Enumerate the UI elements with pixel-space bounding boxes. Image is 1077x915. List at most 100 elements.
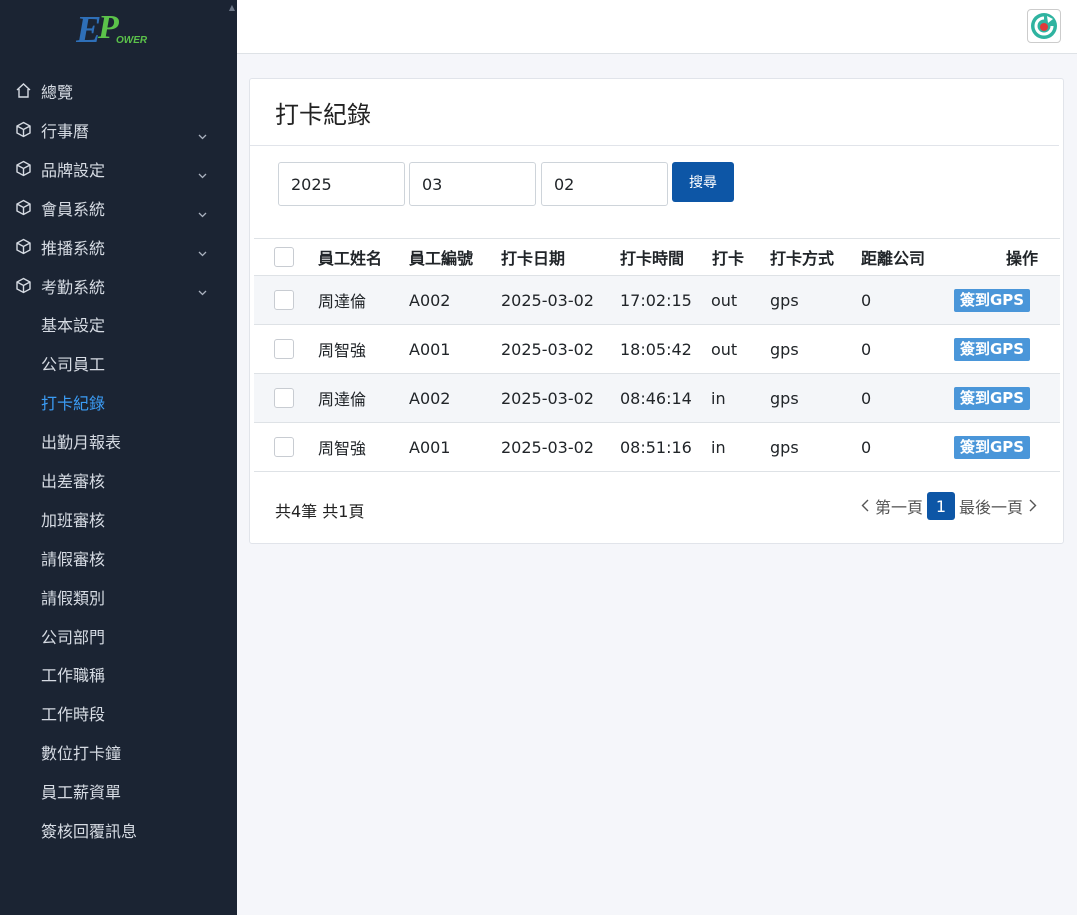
employee-id: A001: [409, 437, 451, 457]
sidebar-item-calendar[interactable]: 行事曆: [0, 110, 237, 149]
sidebar-item-label: 會員系統: [41, 199, 106, 219]
column-header[interactable]: 距離公司: [861, 239, 925, 275]
column-header: 操作: [1006, 249, 1039, 268]
table-row[interactable]: 周達倫 A002 2025-03-02 08:46:14 in gps 0 簽到…: [254, 374, 1060, 423]
sidebar-item-attendance-system[interactable]: 考勤系統: [0, 266, 237, 305]
clock-date: 2025-03-02: [501, 388, 594, 408]
cube-icon: [14, 238, 32, 256]
table-header-row: 員工姓名 員工編號 打卡日期 打卡時間 打卡 打卡方式 距離公司 操作: [254, 238, 1060, 276]
records-table: 員工姓名 員工編號 打卡日期 打卡時間 打卡 打卡方式 距離公司 操作 周達倫 …: [254, 238, 1060, 472]
first-page-link[interactable]: 第一頁: [875, 494, 923, 518]
chevron-right-icon[interactable]: [1029, 497, 1037, 516]
row-checkbox[interactable]: [274, 388, 294, 408]
gps-checkin-button[interactable]: 簽到GPS: [954, 386, 1031, 410]
submenu-item-payslips[interactable]: 員工薪資單: [0, 772, 237, 811]
sidebar-item-member-system[interactable]: 會員系統: [0, 188, 237, 227]
column-header[interactable]: 員工編號: [409, 239, 473, 275]
clock-time: 17:02:15: [620, 290, 692, 310]
table-row[interactable]: 周智強 A001 2025-03-02 18:05:42 out gps 0 簽…: [254, 325, 1060, 374]
submenu-item-monthly-report[interactable]: 出勤月報表: [0, 422, 237, 461]
row-checkbox[interactable]: [274, 290, 294, 310]
clock-method: gps: [770, 339, 799, 359]
row-checkbox[interactable]: [274, 339, 294, 359]
sidebar-item-label: 考勤系統: [41, 277, 106, 297]
sidebar-item-brand-settings[interactable]: 品牌設定: [0, 149, 237, 188]
chevron-left-icon[interactable]: [861, 497, 869, 516]
chevron-down-icon: [198, 125, 207, 144]
clock-type: in: [711, 388, 726, 408]
search-button[interactable]: 搜尋: [672, 162, 734, 202]
column-header[interactable]: 打卡時間: [620, 239, 684, 275]
submenu-item-departments[interactable]: 公司部門: [0, 616, 237, 655]
scroll-up-icon[interactable]: ▲: [229, 3, 235, 12]
clock-time: 08:51:16: [620, 437, 692, 457]
distance: 0: [861, 388, 872, 408]
sidebar: ▲ E P OWER 總覽 行事曆 品牌設定 會員系統 推播系統 考勤系統 基本…: [0, 0, 237, 915]
column-header[interactable]: 打卡日期: [501, 239, 565, 275]
table-row[interactable]: 周智強 A001 2025-03-02 08:51:16 in gps 0 簽到…: [254, 423, 1060, 472]
employee-id: A001: [409, 339, 451, 359]
submenu-item-business-trip-review[interactable]: 出差審核: [0, 461, 237, 500]
row-checkbox[interactable]: [274, 437, 294, 457]
refresh-logo-icon: [1031, 13, 1057, 39]
last-page-link[interactable]: 最後一頁: [959, 494, 1023, 518]
cube-icon: [14, 160, 32, 178]
cube-icon: [14, 199, 32, 217]
clock-method: gps: [770, 388, 799, 408]
employee-name: 周達倫: [318, 390, 367, 409]
clock-method: gps: [770, 290, 799, 310]
sidebar-item-label: 行事曆: [41, 121, 90, 141]
distance: 0: [861, 437, 872, 457]
gps-checkin-button[interactable]: 簽到GPS: [954, 337, 1031, 361]
distance: 0: [861, 339, 872, 359]
submenu-item-digital-time-clock[interactable]: 數位打卡鐘: [0, 733, 237, 772]
gps-checkin-button[interactable]: 簽到GPS: [954, 288, 1031, 312]
sidebar-item-label: 品牌設定: [41, 160, 106, 180]
employee-id: A002: [409, 290, 451, 310]
cube-icon: [14, 121, 32, 139]
chevron-down-icon: [198, 203, 207, 222]
submenu-item-clock-records[interactable]: 打卡紀錄: [0, 383, 237, 422]
clock-time: 18:05:42: [620, 339, 692, 359]
employee-name: 周智強: [318, 341, 367, 360]
home-icon: [14, 82, 32, 100]
distance: 0: [861, 290, 872, 310]
user-avatar[interactable]: [1027, 9, 1061, 43]
clock-time: 08:46:14: [620, 388, 692, 408]
page-title: 打卡紀錄: [275, 101, 371, 129]
submenu-item-basic-settings[interactable]: 基本設定: [0, 305, 237, 344]
employee-name: 周達倫: [318, 292, 367, 311]
submenu-item-approval-messages[interactable]: 簽核回覆訊息: [0, 811, 237, 850]
title-divider: [250, 145, 1059, 146]
column-header[interactable]: 員工姓名: [318, 239, 382, 275]
sidebar-item-label: 總覽: [41, 82, 74, 102]
epower-logo[interactable]: E P OWER: [75, 8, 148, 51]
svg-text:OWER: OWER: [116, 35, 148, 46]
clock-type: out: [711, 339, 738, 359]
year-input[interactable]: [278, 162, 405, 206]
current-page-button[interactable]: 1: [926, 492, 955, 520]
gps-checkin-button[interactable]: 簽到GPS: [954, 435, 1031, 459]
chevron-down-icon: [198, 281, 207, 300]
submenu-item-job-titles[interactable]: 工作職稱: [0, 655, 237, 694]
month-input[interactable]: [409, 162, 536, 206]
sidebar-item-push-system[interactable]: 推播系統: [0, 227, 237, 266]
day-input[interactable]: [541, 162, 668, 206]
submenu-item-overtime-review[interactable]: 加班審核: [0, 499, 237, 538]
clock-method: gps: [770, 437, 799, 457]
chevron-down-icon: [198, 164, 207, 183]
column-header[interactable]: 打卡: [712, 239, 744, 275]
sidebar-item-overview[interactable]: 總覽: [0, 71, 237, 110]
submenu-item-work-shifts[interactable]: 工作時段: [0, 694, 237, 733]
sidebar-nav: 總覽 行事曆 品牌設定 會員系統 推播系統 考勤系統 基本設定 公司員工 打卡紀…: [0, 71, 237, 849]
column-header[interactable]: 打卡方式: [770, 239, 834, 275]
submenu-item-company-employees[interactable]: 公司員工: [0, 344, 237, 383]
submenu-item-leave-types[interactable]: 請假類別: [0, 577, 237, 616]
clock-date: 2025-03-02: [501, 290, 594, 310]
cube-icon: [14, 277, 32, 295]
submenu-item-leave-review[interactable]: 請假審核: [0, 538, 237, 577]
records-summary: 共4筆 共1頁: [275, 502, 365, 521]
table-row[interactable]: 周達倫 A002 2025-03-02 17:02:15 out gps 0 簽…: [254, 276, 1060, 325]
select-all-checkbox[interactable]: [274, 247, 294, 267]
clock-type: in: [711, 437, 726, 457]
